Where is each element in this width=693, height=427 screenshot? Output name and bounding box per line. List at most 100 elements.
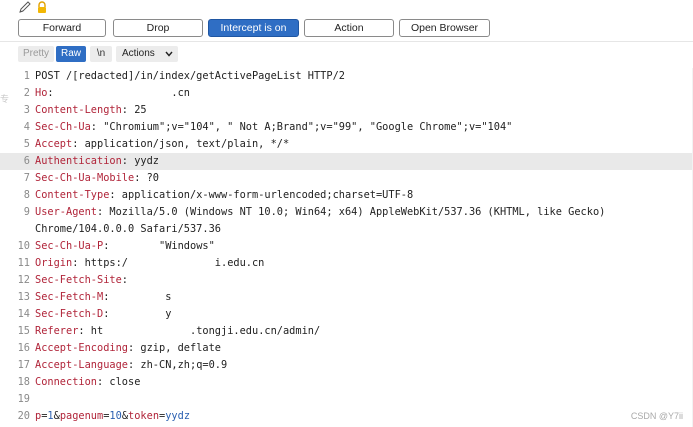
param-value: yydz [165,410,191,422]
line-number: 4 [23,121,30,133]
line-number: 19 [17,393,30,405]
editor-line[interactable]: 14 Sec-Fetch-D: y [0,306,693,323]
header-value: ?0 [140,172,160,184]
editor-line[interactable]: 5 Accept: application/json, text/plain, *… [0,136,693,153]
editor-line[interactable]: 19 [0,391,693,408]
line-content: Content-Length: 25 [35,102,147,119]
line-text: Chrome/104.0.0.0 Safari/537.36 [35,223,221,235]
line-content: Connection: close [35,374,140,391]
line-number: 10 [17,240,30,252]
line-content: Accept: application/json, text/plain, */… [35,136,289,153]
line-number: 5 [23,138,30,150]
header-name: User-Agent [35,206,97,218]
header-value: gzip, deflate [134,342,221,354]
editor-line[interactable]: 20 p=1&pagenum=10&token=yydz [0,408,693,425]
editor-line[interactable]: 15 Referer: ht .tongji.edu.cn/admin/ [0,323,693,340]
editor-line[interactable]: 11 Origin: https:/ i.edu.cn [0,255,693,272]
line-content: Chrome/104.0.0.0 Safari/537.36 [35,221,221,238]
tab-raw[interactable]: Raw [56,46,86,62]
line-content: Sec-Fetch-Site: [35,272,128,289]
header-name: Referer [35,325,79,337]
header-name: Ho [35,87,48,99]
line-number: 6 [23,155,30,167]
header-value: s [109,291,172,303]
drop-button[interactable]: Drop [113,19,203,37]
header-value: close [103,376,141,388]
actions-dropdown[interactable]: Actions [116,46,178,62]
tab-newline[interactable]: \n [90,46,112,62]
header-value: "Chromium";v="104", " Not A;Brand";v="99… [97,121,513,133]
header-name: Accept [35,138,73,150]
editor-line[interactable]: 6 Authentication: yydz [0,153,693,170]
line-content: Sec-Fetch-M: s [35,289,171,306]
line-content: POST /[redacted]/in/index/getActivePageL… [35,68,345,85]
param-key: token [128,410,160,422]
open-browser-button[interactable]: Open Browser [399,19,490,37]
header-name: Origin [35,257,73,269]
line-number: 3 [23,104,30,116]
raw-request-editor[interactable]: 1 POST /[redacted]/in/index/getActivePage… [0,68,693,427]
top-toolbar [0,0,693,16]
action-button[interactable]: Action [304,19,394,37]
line-number: 2 [23,87,30,99]
intercept-toggle-button[interactable]: Intercept is on [208,19,299,37]
header-name: Sec-Ch-Ua [35,121,91,133]
line-content: Accept-Encoding: gzip, deflate [35,340,221,357]
line-content: Origin: https:/ i.edu.cn [35,255,264,272]
editor-line[interactable]: 7 Sec-Ch-Ua-Mobile: ?0 [0,170,693,187]
line-number: 14 [17,308,30,320]
editor-line[interactable]: 18 Connection: close [0,374,693,391]
editor-line[interactable]: 10 Sec-Ch-Ua-P: "Windows" [0,238,693,255]
editor-line[interactable]: Chrome/104.0.0.0 Safari/537.36 [0,221,693,238]
chevron-down-icon [165,51,173,57]
header-name: Content-Length [35,104,122,116]
editor-line[interactable]: 9 User-Agent: Mozilla/5.0 (Windows NT 10.… [0,204,693,221]
header-name: Accept-Encoding [35,342,128,354]
editor-line[interactable]: 8 Content-Type: application/x-www-form-ur… [0,187,693,204]
message-view-tabs: Pretty Raw \n Actions [0,46,693,64]
header-name: Accept-Language [35,359,128,371]
pencil-icon[interactable] [18,1,32,14]
header-colon: : [121,274,128,286]
line-number: 17 [17,359,30,371]
editor-line[interactable]: 4 Sec-Ch-Ua: "Chromium";v="104", " Not A;… [0,119,693,136]
line-content: Sec-Fetch-D: y [35,306,171,323]
editor-line[interactable]: 3 Content-Length: 25 [0,102,693,119]
header-value: application/json, text/plain, */* [78,138,290,150]
header-value: Mozilla/5.0 (Windows NT 10.0; Win64; x64… [103,206,606,218]
header-value: zh-CN,zh;q=0.9 [134,359,228,371]
divider [0,41,693,42]
line-content: Referer: ht .tongji.edu.cn/admin/ [35,323,320,340]
line-text: POST /[redacted]/in/index/getActivePageL… [35,70,345,82]
header-value: y [109,308,172,320]
line-number: 1 [23,70,30,82]
line-number: 12 [17,274,30,286]
line-content: Sec-Ch-Ua-P: "Windows" [35,238,215,255]
lock-icon[interactable] [36,1,48,14]
line-content: p=1&pagenum=10&token=yydz [35,408,190,425]
tab-pretty[interactable]: Pretty [18,46,54,62]
header-name: Sec-Ch-Ua-Mobile [35,172,135,184]
line-content: User-Agent: Mozilla/5.0 (Windows NT 10.0… [35,204,605,221]
watermark: CSDN @Y7ii [630,411,683,421]
line-content: Accept-Language: zh-CN,zh;q=0.9 [35,357,227,374]
editor-line[interactable]: 2 Ho: .cn [0,85,693,102]
header-name: Sec-Fetch-Site [35,274,122,286]
line-content: Content-Type: application/x-www-form-url… [35,187,413,204]
line-number: 11 [17,257,30,269]
line-number: 8 [23,189,30,201]
param-key: pagenum [59,410,104,422]
line-content: Sec-Ch-Ua-Mobile: ?0 [35,170,159,187]
header-name: Sec-Fetch-M [35,291,104,303]
editor-line[interactable]: 1 POST /[redacted]/in/index/getActivePage… [0,68,693,85]
line-number: 16 [17,342,30,354]
header-value: ht .tongji.edu.cn/admin/ [84,325,321,337]
forward-button[interactable]: Forward [18,19,106,37]
editor-line[interactable]: 16 Accept-Encoding: gzip, deflate [0,340,693,357]
editor-line[interactable]: 13 Sec-Fetch-M: s [0,289,693,306]
editor-line[interactable]: 17 Accept-Language: zh-CN,zh;q=0.9 [0,357,693,374]
editor-line[interactable]: 12 Sec-Fetch-Site: [0,272,693,289]
header-name: Content-Type [35,189,110,201]
header-name: Sec-Fetch-D [35,308,104,320]
line-number: 7 [23,172,30,184]
